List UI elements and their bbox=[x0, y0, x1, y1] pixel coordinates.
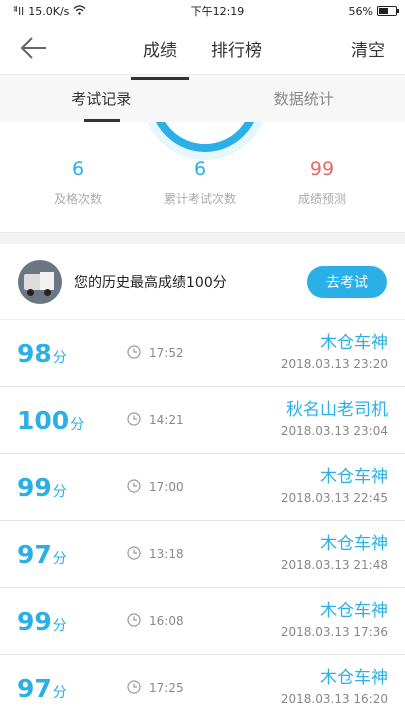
duration-text: 17:00 bbox=[149, 480, 184, 494]
tab-scores[interactable]: 成绩 bbox=[131, 26, 189, 80]
stat-value: 6 bbox=[71, 158, 85, 180]
record-date: 2018.03.13 16:20 bbox=[280, 692, 388, 706]
score-unit: 分 bbox=[52, 684, 67, 701]
battery-percent: 56% bbox=[348, 4, 373, 18]
stat-label: 及格次数 bbox=[53, 192, 102, 206]
record-score: 97 分 bbox=[17, 674, 127, 703]
record-score: 98 分 bbox=[17, 339, 127, 368]
user-name: 木仓车神 bbox=[320, 333, 388, 353]
clock-icon bbox=[127, 478, 141, 496]
score-value: 97 bbox=[17, 673, 52, 703]
stat-score-prediction: 99 成绩预测 bbox=[252, 158, 392, 207]
user-name: 木仓车神 bbox=[320, 601, 388, 621]
wifi-icon bbox=[73, 4, 86, 18]
stat-pass-count: 6 及格次数 bbox=[8, 158, 148, 207]
score-value: 99 bbox=[17, 472, 52, 502]
record-meta: 木仓车神 2018.03.13 21:48 bbox=[281, 529, 388, 572]
tab-leaderboard[interactable]: 排行榜 bbox=[211, 26, 262, 71]
score-unit: 分 bbox=[52, 550, 67, 567]
record-score: 99 分 bbox=[17, 473, 127, 502]
duration-text: 16:08 bbox=[149, 614, 184, 628]
tab-data-stats[interactable]: 数据统计 bbox=[203, 75, 405, 122]
clock-icon bbox=[127, 545, 141, 563]
record-duration: 17:52 bbox=[127, 344, 184, 362]
record-date: 2018.03.13 22:45 bbox=[280, 491, 388, 505]
clock: 下午12:19 bbox=[190, 5, 245, 18]
record-score: 100 分 bbox=[17, 406, 127, 435]
record-duration: 17:00 bbox=[127, 478, 184, 496]
score-value: 100 bbox=[17, 405, 70, 435]
record-row[interactable]: 100 分 14:21 秋名山老司机 2018.03.13 23:04 bbox=[0, 387, 405, 454]
battery-icon bbox=[376, 6, 399, 16]
user-name: 秋名山老司机 bbox=[286, 400, 388, 420]
stat-value: 99 bbox=[309, 158, 335, 180]
network-speed: 15.0K/s bbox=[28, 4, 70, 18]
record-date: 2018.03.13 17:36 bbox=[280, 625, 388, 639]
user-name: 木仓车神 bbox=[320, 534, 388, 554]
clock-icon bbox=[127, 679, 141, 697]
record-score: 99 分 bbox=[17, 607, 127, 636]
record-date: 2018.03.13 23:04 bbox=[280, 424, 388, 438]
clock-icon bbox=[127, 344, 141, 362]
back-arrow-icon[interactable] bbox=[18, 34, 48, 62]
status-bar: ᅨll 15.0K/s 下午12:19 56% bbox=[0, 0, 405, 22]
clock-icon bbox=[127, 411, 141, 429]
clear-button[interactable]: 清空 bbox=[351, 36, 385, 61]
score-unit: 分 bbox=[52, 349, 67, 366]
take-exam-button[interactable]: 去考试 bbox=[307, 265, 387, 298]
record-score: 97 分 bbox=[17, 540, 127, 569]
record-meta: 秋名山老司机 2018.03.13 23:04 bbox=[281, 395, 388, 438]
stat-label: 成绩预测 bbox=[297, 192, 346, 206]
record-duration: 16:08 bbox=[127, 612, 184, 630]
record-row[interactable]: 98 分 17:52 木仓车神 2018.03.13 23:20 bbox=[0, 320, 405, 387]
record-row[interactable]: 97 分 13:18 木仓车神 2018.03.13 21:48 bbox=[0, 521, 405, 588]
tab-exam-records[interactable]: 考试记录 bbox=[0, 75, 203, 122]
score-value: 99 bbox=[17, 606, 52, 636]
record-meta: 木仓车神 2018.03.13 23:20 bbox=[281, 328, 388, 371]
user-name: 木仓车神 bbox=[320, 668, 388, 688]
section-divider bbox=[0, 232, 405, 244]
score-unit: 分 bbox=[70, 416, 85, 433]
stat-label: 累计考试次数 bbox=[163, 192, 236, 206]
record-row[interactable]: 97 分 17:25 木仓车神 2018.03.13 16:20 bbox=[0, 655, 405, 720]
duration-text: 14:21 bbox=[149, 413, 184, 427]
sub-tabs: 考试记录 数据统计 bbox=[0, 74, 405, 122]
record-duration: 17:25 bbox=[127, 679, 184, 697]
record-row[interactable]: 99 分 16:08 木仓车神 2018.03.13 17:36 bbox=[0, 588, 405, 655]
best-score-card: 您的历史最高成绩100分 去考试 bbox=[0, 244, 405, 320]
duration-text: 17:52 bbox=[149, 346, 184, 360]
best-score-text: 您的历史最高成绩100分 bbox=[74, 274, 227, 291]
duration-text: 13:18 bbox=[149, 547, 184, 561]
record-meta: 木仓车神 2018.03.13 22:45 bbox=[281, 462, 388, 505]
score-gauge bbox=[150, 122, 260, 152]
record-duration: 13:18 bbox=[127, 545, 184, 563]
avatar bbox=[18, 259, 62, 304]
top-nav: 成绩 排行榜 清空 bbox=[0, 22, 405, 80]
record-date: 2018.03.13 23:20 bbox=[280, 357, 388, 371]
signal-indicator: ᅨll bbox=[8, 5, 25, 18]
score-unit: 分 bbox=[52, 483, 67, 500]
stat-value: 6 bbox=[193, 158, 207, 180]
stats-panel: 6 及格次数 6 累计考试次数 99 成绩预测 bbox=[0, 122, 405, 232]
score-unit: 分 bbox=[52, 617, 67, 634]
clock-icon bbox=[127, 612, 141, 630]
record-meta: 木仓车神 2018.03.13 17:36 bbox=[281, 596, 388, 639]
record-date: 2018.03.13 21:48 bbox=[280, 558, 388, 572]
score-value: 97 bbox=[17, 539, 52, 569]
stat-total-exams: 6 累计考试次数 bbox=[130, 158, 270, 207]
record-meta: 木仓车神 2018.03.13 16:20 bbox=[281, 663, 388, 706]
score-value: 98 bbox=[17, 338, 52, 368]
record-list: 98 分 17:52 木仓车神 2018.03.13 23:20 100 分 14:… bbox=[0, 320, 405, 720]
record-row[interactable]: 99 分 17:00 木仓车神 2018.03.13 22:45 bbox=[0, 454, 405, 521]
record-duration: 14:21 bbox=[127, 411, 184, 429]
user-name: 木仓车神 bbox=[320, 467, 388, 487]
duration-text: 17:25 bbox=[149, 681, 184, 695]
